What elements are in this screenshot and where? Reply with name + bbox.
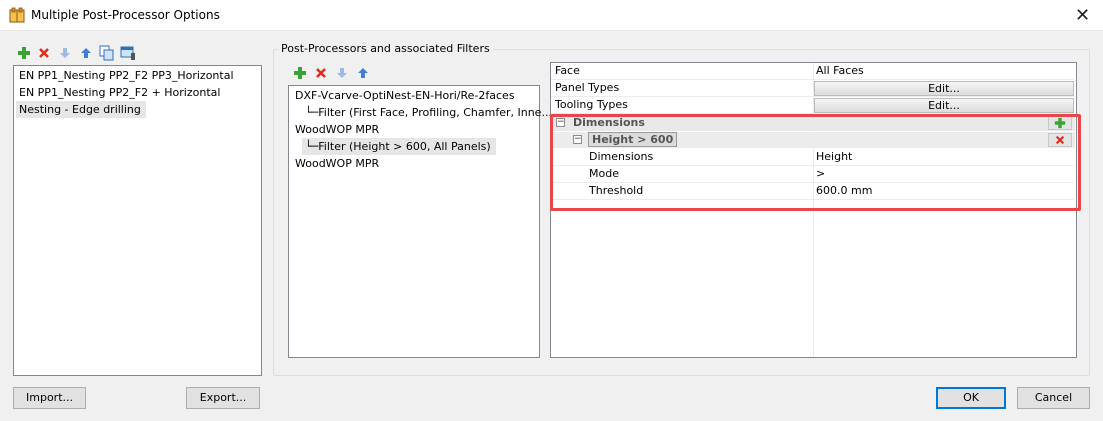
cancel-button[interactable]: Cancel — [1017, 387, 1090, 409]
tree-item-post-processor[interactable]: WoodWOP MPR — [292, 121, 379, 138]
add-icon[interactable] — [16, 45, 32, 61]
import-button[interactable]: Import... — [13, 387, 86, 409]
export-button[interactable]: Export... — [186, 387, 260, 409]
list-item[interactable]: EN PP1_Nesting PP2_F2 + Horizontal — [16, 84, 220, 101]
property-name: Face — [555, 64, 580, 77]
group-title: Post-Processors and associated Filters — [278, 42, 493, 55]
property-row-panel-types: Panel Types Edit... — [551, 80, 1074, 97]
copy-icon[interactable] — [99, 45, 115, 61]
list-item-selected[interactable]: Nesting - Edge drilling — [16, 101, 146, 118]
property-name: Tooling Types — [555, 98, 628, 111]
property-name: Panel Types — [555, 81, 620, 94]
delete-icon[interactable] — [36, 45, 52, 61]
tree-item-filter-selected[interactable]: └─Filter (Height > 600, All Panels) — [302, 138, 496, 155]
move-up-icon[interactable] — [78, 45, 94, 61]
property-value[interactable]: All Faces — [816, 64, 864, 77]
delete-post-processor-icon[interactable] — [313, 65, 329, 81]
add-post-processor-icon[interactable] — [292, 65, 308, 81]
ok-button[interactable]: OK — [936, 387, 1006, 409]
edit-panel-types-button[interactable]: Edit... — [814, 81, 1074, 96]
app-icon — [9, 7, 25, 23]
move-down-icon[interactable] — [57, 45, 73, 61]
tree-item-post-processor[interactable]: DXF-Vcarve-OptiNest-EN-Hori/Re-2faces — [292, 87, 515, 104]
window-title: Multiple Post-Processor Options — [31, 8, 220, 22]
property-row-face: Face All Faces — [551, 63, 1074, 80]
move-down-icon[interactable] — [334, 65, 350, 81]
properties-icon[interactable] — [120, 45, 136, 61]
highlight-box — [550, 114, 1081, 211]
tree-item-post-processor[interactable]: WoodWOP MPR — [292, 155, 379, 172]
list-item[interactable]: EN PP1_Nesting PP2_F2 PP3_Horizontal — [16, 67, 234, 84]
property-row-tooling-types: Tooling Types Edit... — [551, 97, 1074, 114]
edit-tooling-types-button[interactable]: Edit... — [814, 98, 1074, 113]
move-up-icon[interactable] — [355, 65, 371, 81]
close-icon[interactable]: ✕ — [1062, 0, 1103, 31]
tree-item-filter[interactable]: └─Filter (First Face, Profiling, Chamfer… — [302, 104, 552, 121]
